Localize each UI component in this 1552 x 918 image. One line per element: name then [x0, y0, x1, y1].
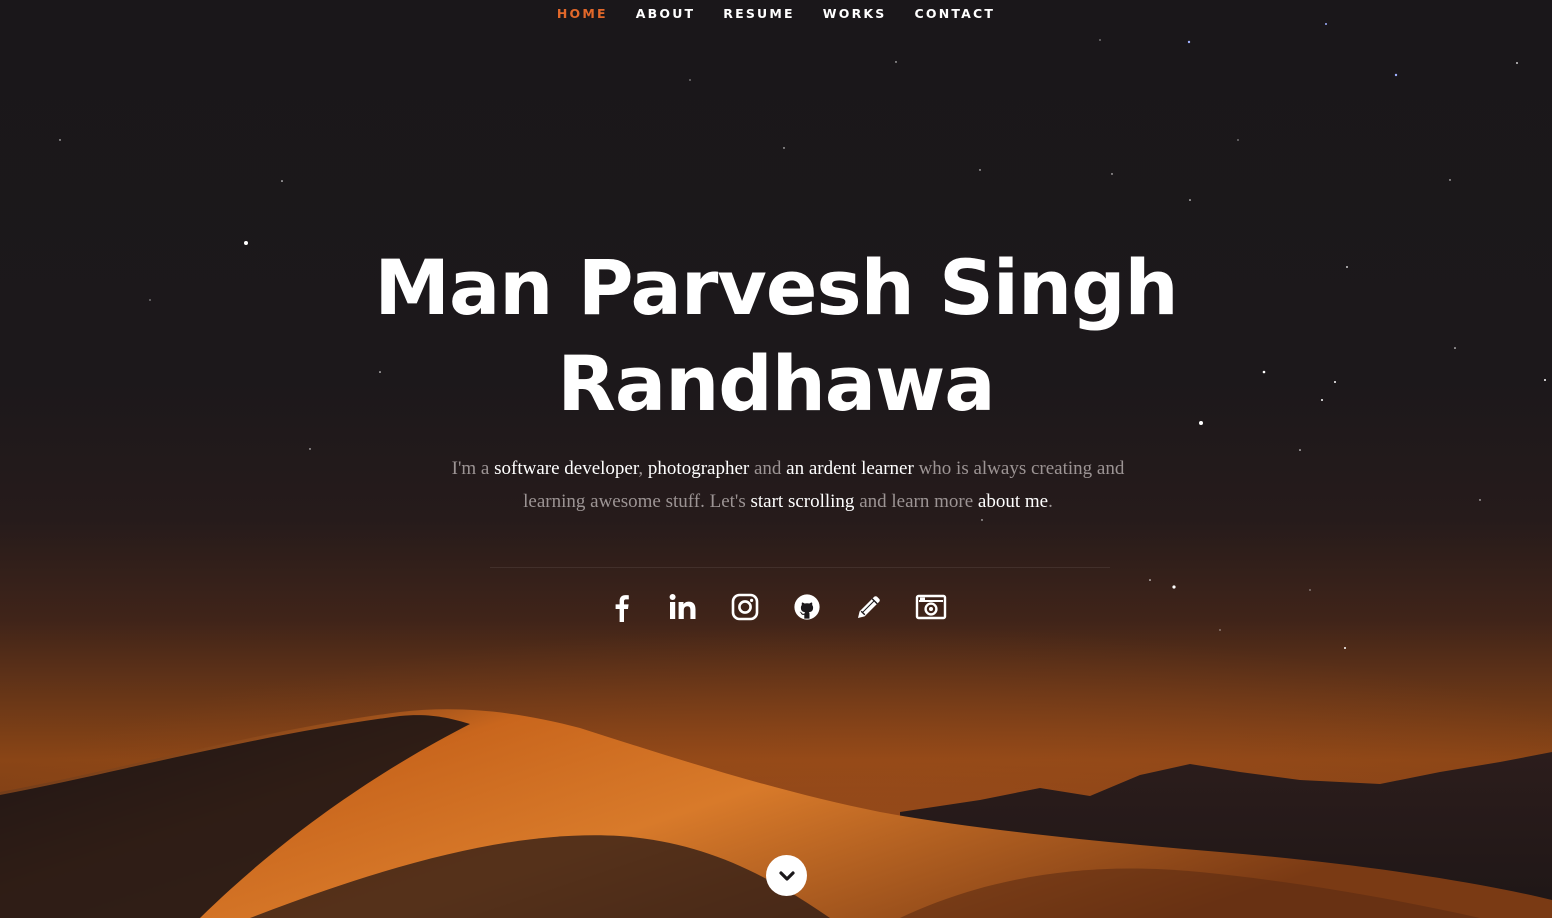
- blog-link[interactable]: [852, 590, 886, 624]
- bio-text: ,: [638, 458, 648, 479]
- bio-highlight: photographer: [647, 458, 750, 479]
- intro-text: I'm a software developer, photographer a…: [440, 452, 1136, 518]
- title-line-2: Randhawa: [557, 339, 995, 428]
- instagram-icon: [731, 593, 759, 621]
- bio-text: and learn more: [854, 491, 978, 512]
- start-scrolling-link[interactable]: start scrolling: [750, 491, 854, 512]
- nav-home-link[interactable]: HOME: [557, 6, 608, 22]
- nav-about-link[interactable]: ABOUT: [636, 6, 696, 22]
- linkedin-icon: [669, 594, 696, 619]
- linkedin-link[interactable]: [666, 590, 700, 624]
- title-line-1: Man Parvesh Singh: [374, 243, 1178, 332]
- bio-text: and: [749, 458, 787, 479]
- facebook-link[interactable]: [604, 590, 638, 624]
- instagram-link[interactable]: [728, 590, 762, 624]
- chevron-down-icon: [778, 870, 795, 881]
- social-links: [0, 590, 1552, 624]
- bio-text: .: [1048, 491, 1053, 512]
- github-icon: [794, 594, 820, 620]
- bio-highlight: an ardent learner: [786, 458, 914, 479]
- bio-text: I'm a: [451, 458, 495, 479]
- hero-section: HOME ABOUT RESUME WORKS CONTACT Man Parv…: [0, 0, 1552, 918]
- facebook-icon: [615, 595, 629, 622]
- photography-link[interactable]: [914, 590, 948, 624]
- main-navigation: HOME ABOUT RESUME WORKS CONTACT: [0, 6, 1552, 22]
- camera-icon: [915, 594, 947, 620]
- nav-resume-link[interactable]: RESUME: [723, 6, 795, 22]
- scroll-down-button[interactable]: [766, 855, 807, 896]
- github-link[interactable]: [790, 590, 824, 624]
- bio-highlight: software developer: [494, 458, 639, 479]
- about-me-link[interactable]: about me: [978, 491, 1048, 512]
- pencil-icon: [858, 596, 880, 618]
- divider: [490, 567, 1110, 568]
- page-title: Man Parvesh Singh Randhawa: [0, 240, 1552, 432]
- nav-contact-link[interactable]: CONTACT: [915, 6, 996, 22]
- nav-works-link[interactable]: WORKS: [823, 6, 887, 22]
